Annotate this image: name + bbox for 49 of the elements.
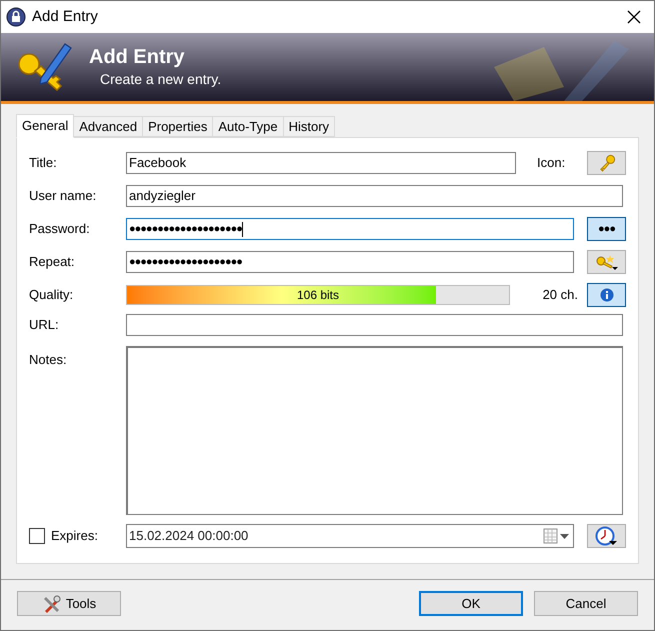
tools-icon (42, 594, 62, 614)
key-sparkle-icon (594, 253, 620, 271)
quality-reading: 106 bits (296, 287, 340, 304)
ok-button[interactable]: OK (419, 591, 523, 616)
field-label: Quality: (29, 286, 74, 304)
reveal-password-button[interactable]: ●●● (587, 217, 626, 241)
password-length: 20 ch. (542, 286, 578, 304)
banner-subtitle: Create a new entry. (100, 70, 222, 89)
checkbox-label: Expires: (51, 527, 98, 546)
tab[interactable]: Advanced (73, 116, 144, 137)
field-value: Facebook (129, 154, 186, 172)
field-value: ●●●●●●●●●●●●●●●●●●●● (129, 254, 242, 270)
field-label: Notes: (29, 351, 68, 369)
expires-checkbox[interactable] (29, 528, 45, 544)
text-field[interactable]: Facebook (126, 152, 516, 174)
window-title: Add Entry (32, 6, 98, 27)
notes-field[interactable] (126, 346, 623, 515)
field-label: Icon: (537, 154, 566, 172)
close-icon (627, 10, 641, 24)
tab[interactable]: History (282, 116, 336, 137)
icon-button[interactable] (587, 151, 626, 175)
clock-icon (594, 526, 618, 546)
cancel-button[interactable]: Cancel (534, 591, 638, 616)
field-label: Title: (29, 154, 58, 172)
field-label: User name: (29, 187, 98, 206)
expiry-presets-button[interactable] (587, 524, 626, 548)
text-field[interactable]: ●●●●●●●●●●●●●●●●●●●● (126, 251, 574, 273)
text-cursor (242, 222, 243, 236)
field-value: andyziegler (129, 187, 196, 206)
banner-title: Add Entry (89, 44, 186, 68)
tab[interactable]: Properties (142, 116, 214, 137)
field-label: URL: (29, 316, 60, 334)
info-icon (600, 288, 614, 302)
text-field[interactable]: ●●●●●●●●●●●●●●●●●●●● (126, 218, 574, 240)
tools-button[interactable]: Tools (17, 591, 121, 616)
info-button[interactable] (587, 283, 626, 307)
date-field[interactable]: 15.02.2024 00:00:00 (126, 524, 574, 548)
generate-password-button[interactable] (587, 250, 626, 274)
field-value: ●●●●●●●●●●●●●●●●●●●● (129, 222, 242, 237)
tab[interactable]: General (16, 114, 74, 138)
text-field[interactable]: andyziegler (126, 185, 623, 207)
tab[interactable]: Auto-Type (212, 116, 284, 137)
field-label: Repeat: (29, 253, 76, 272)
key-icon (598, 154, 616, 172)
text-field[interactable] (126, 314, 623, 336)
calendar-icon (543, 528, 571, 544)
date-value: 15.02.2024 00:00:00 (129, 527, 248, 546)
lock-icon (6, 7, 26, 27)
field-label: Password: (29, 220, 91, 238)
